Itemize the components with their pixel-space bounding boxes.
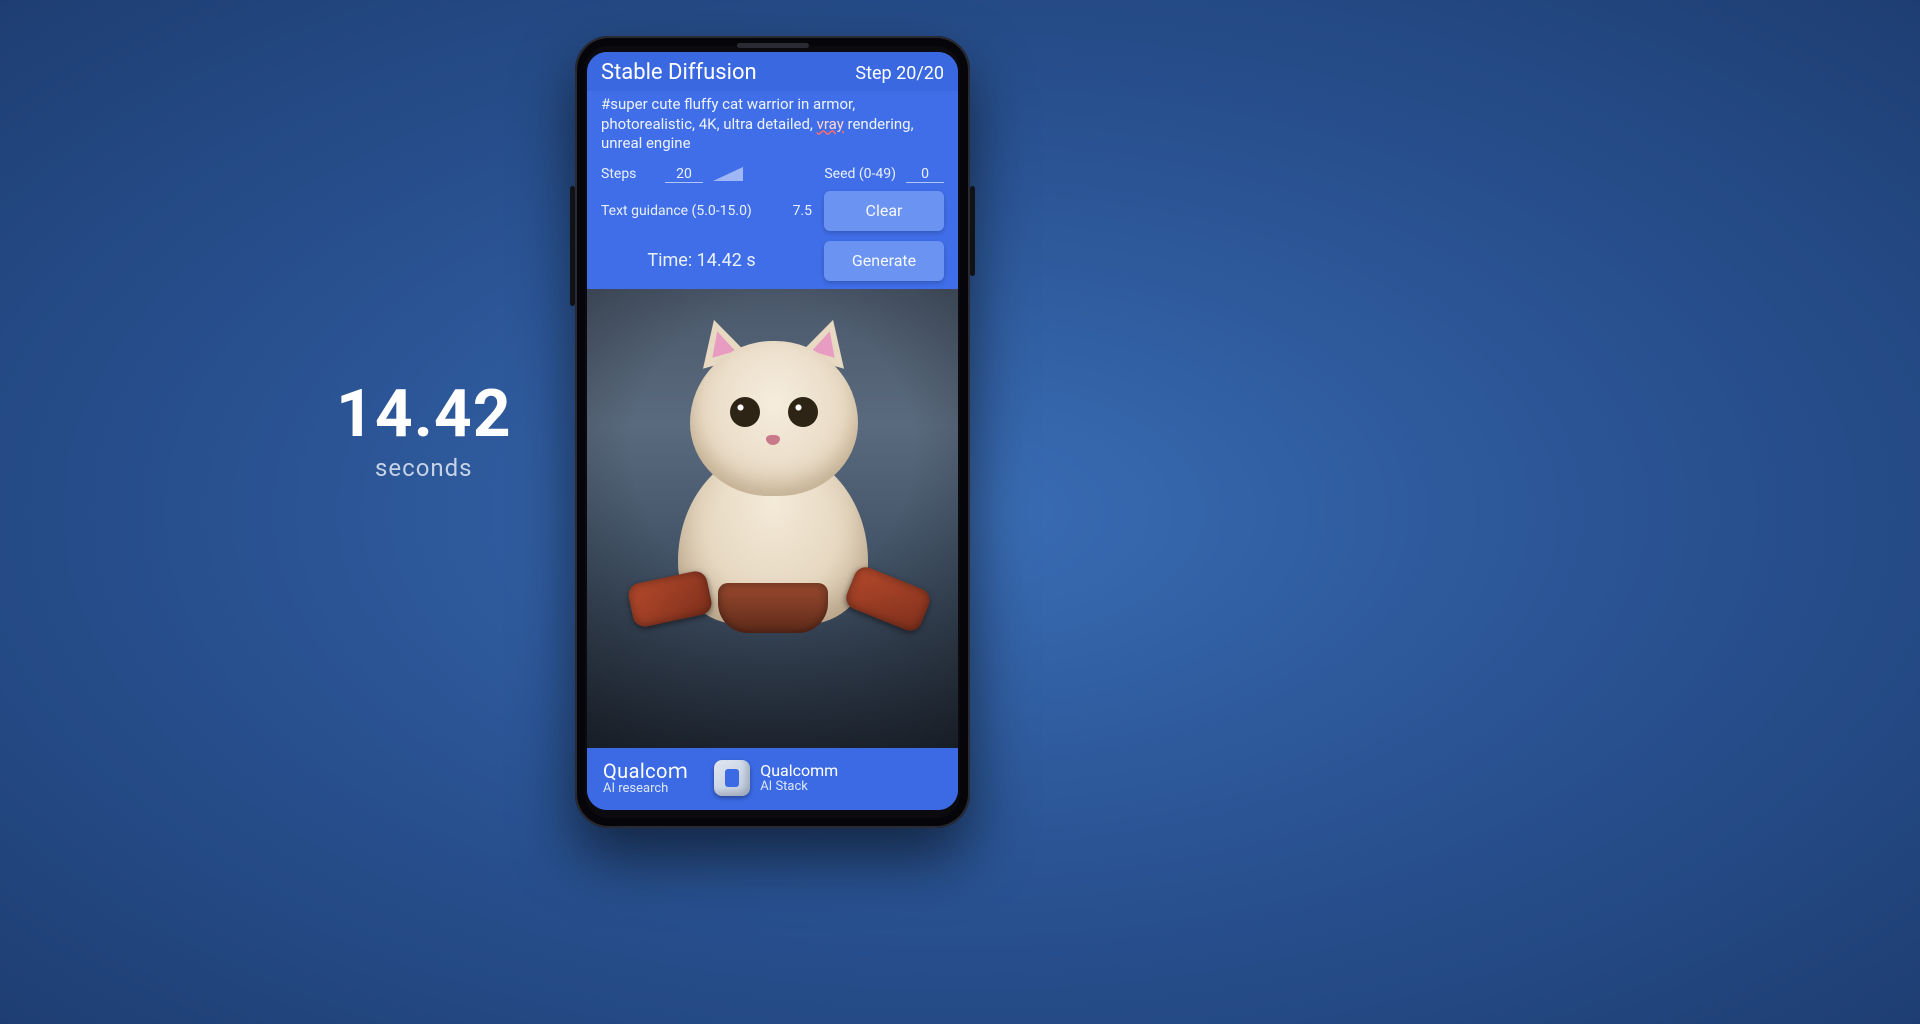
timer-value: 14.42 bbox=[336, 382, 512, 448]
qc-stack-brand: Qualcomm bbox=[760, 763, 838, 780]
controls-panel: Steps 20 Seed (0-49) 0 Text guidance (5.… bbox=[587, 162, 958, 289]
qc-research-sub: AI research bbox=[603, 782, 688, 796]
steps-input[interactable]: 20 bbox=[665, 166, 703, 183]
prompt-vray: vray bbox=[817, 115, 844, 133]
generate-button[interactable]: Generate bbox=[824, 241, 944, 281]
steps-label: Steps bbox=[601, 166, 645, 182]
side-timer: 14.42 seconds bbox=[336, 382, 512, 482]
text-guidance-label: Text guidance (5.0-15.0) bbox=[601, 203, 752, 219]
app-title: Stable Diffusion bbox=[601, 60, 757, 85]
ai-stack-cube-icon bbox=[714, 760, 750, 796]
text-guidance-input[interactable]: 7.5 bbox=[793, 203, 812, 219]
steps-row: Steps 20 Seed (0-49) 0 bbox=[601, 166, 944, 183]
generated-image bbox=[587, 289, 958, 749]
text-guidance-row: Text guidance (5.0-15.0) 7.5 bbox=[601, 203, 812, 219]
earpiece bbox=[737, 43, 809, 48]
qualcomm-ai-stack-logo: Qualcomm AI Stack bbox=[714, 760, 838, 796]
phone-screen: Stable Diffusion Step 20/20 #super cute … bbox=[587, 52, 958, 810]
time-readout: Time: 14.42 s bbox=[601, 250, 812, 271]
seed-input[interactable]: 0 bbox=[906, 166, 944, 183]
prompt-text[interactable]: #super cute fluffy cat warrior in armor,… bbox=[587, 91, 958, 162]
timer-unit: seconds bbox=[336, 454, 512, 482]
seed-label: Seed (0-49) bbox=[824, 166, 896, 182]
qualcomm-research-logo: Qualcoｍ AI research bbox=[603, 761, 688, 796]
phone-frame: Stable Diffusion Step 20/20 #super cute … bbox=[575, 36, 970, 828]
qc-research-brand: Qualcoｍ bbox=[603, 761, 688, 782]
qc-stack-sub: AI Stack bbox=[760, 780, 838, 794]
clear-button[interactable]: Clear bbox=[824, 191, 944, 231]
app-footer: Qualcoｍ AI research Qualcomm AI Stack bbox=[587, 748, 958, 810]
generated-image-content bbox=[587, 289, 958, 749]
app-header: Stable Diffusion Step 20/20 bbox=[587, 52, 958, 91]
step-counter: Step 20/20 bbox=[855, 63, 944, 84]
steps-slider-icon[interactable] bbox=[713, 167, 743, 181]
cat-illustration bbox=[648, 319, 898, 629]
